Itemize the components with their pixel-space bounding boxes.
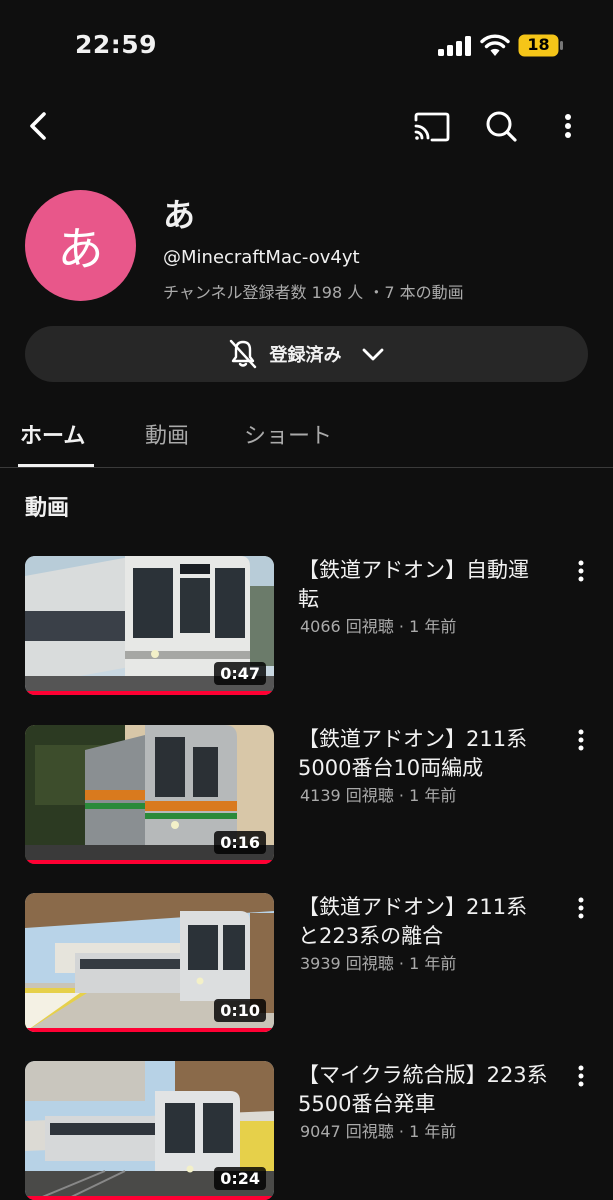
cellular-signal-icon (438, 36, 471, 56)
watch-progress-bar (25, 691, 274, 695)
video-more-icon[interactable] (572, 558, 590, 584)
video-thumbnail[interactable]: 0:24 (25, 1061, 274, 1200)
video-meta: 3939 回視聴 · 1 年前 (300, 954, 457, 973)
video-duration: 0:10 (214, 999, 266, 1022)
video-meta: 4066 回視聴 · 1 年前 (300, 617, 457, 636)
bell-off-icon (229, 339, 256, 369)
wifi-icon (480, 34, 510, 56)
tab-home[interactable]: ホーム (20, 418, 85, 450)
video-title[interactable]: 【鉄道アドオン】211系と223系の離合 (298, 893, 548, 951)
video-item[interactable]: 0:10 【鉄道アドオン】211系と223系の離合 3939 回視聴 · 1 年… (0, 893, 613, 1033)
video-meta: 9047 回視聴 · 1 年前 (300, 1122, 457, 1141)
video-duration: 0:16 (214, 831, 266, 854)
channel-tabs: ホーム 動画 ショート (0, 408, 613, 468)
video-meta: 4139 回視聴 · 1 年前 (300, 786, 457, 805)
back-arrow-icon[interactable] (20, 106, 56, 146)
tab-videos[interactable]: 動画 (145, 418, 189, 450)
channel-avatar[interactable]: あ (25, 190, 136, 301)
video-more-icon[interactable] (572, 727, 590, 753)
channel-name: あ (163, 196, 196, 234)
video-more-icon[interactable] (572, 1063, 590, 1089)
watch-progress-bar (25, 860, 274, 864)
subscribed-button[interactable]: 登録済み (25, 326, 588, 382)
active-tab-indicator (18, 464, 94, 467)
video-item[interactable]: 0:24 【マイクラ統合版】223系5500番台発車 9047 回視聴 · 1 … (0, 1061, 613, 1200)
watch-progress-bar (25, 1196, 274, 1200)
battery-icon: 18 (518, 34, 564, 57)
video-duration: 0:24 (214, 1167, 266, 1190)
watch-progress-bar (25, 1028, 274, 1032)
channel-stats[interactable]: チャンネル登録者数 198 人 ・7 本の動画 (163, 279, 464, 303)
tab-shorts[interactable]: ショート (244, 418, 332, 450)
status-time: 22:59 (75, 30, 158, 59)
video-thumbnail[interactable]: 0:47 (25, 556, 274, 695)
video-more-icon[interactable] (572, 895, 590, 921)
section-title-videos[interactable]: 動画 (25, 490, 69, 522)
video-title[interactable]: 【マイクラ統合版】223系5500番台発車 (298, 1061, 548, 1119)
video-thumbnail[interactable]: 0:10 (25, 893, 274, 1032)
cast-icon[interactable] (410, 106, 452, 146)
top-app-bar (0, 100, 613, 156)
channel-handle: @MinecraftMac-ov4yt (163, 247, 360, 268)
video-thumbnail[interactable]: 0:16 (25, 725, 274, 864)
chevron-down-icon (362, 348, 383, 361)
battery-level: 18 (527, 35, 550, 54)
video-duration: 0:47 (214, 662, 266, 685)
status-bar: 22:59 18 (0, 0, 613, 90)
video-title[interactable]: 【鉄道アドオン】自動運転 (298, 556, 548, 614)
video-item[interactable]: 0:16 【鉄道アドオン】211系 5000番台10両編成 4139 回視聴 ·… (0, 725, 613, 865)
more-options-icon[interactable] (552, 106, 584, 146)
video-item[interactable]: 0:47 【鉄道アドオン】自動運転 4066 回視聴 · 1 年前 (0, 556, 613, 696)
video-title[interactable]: 【鉄道アドオン】211系 5000番台10両編成 (298, 725, 548, 783)
subscribed-label: 登録済み (269, 345, 342, 366)
search-icon[interactable] (480, 106, 522, 146)
